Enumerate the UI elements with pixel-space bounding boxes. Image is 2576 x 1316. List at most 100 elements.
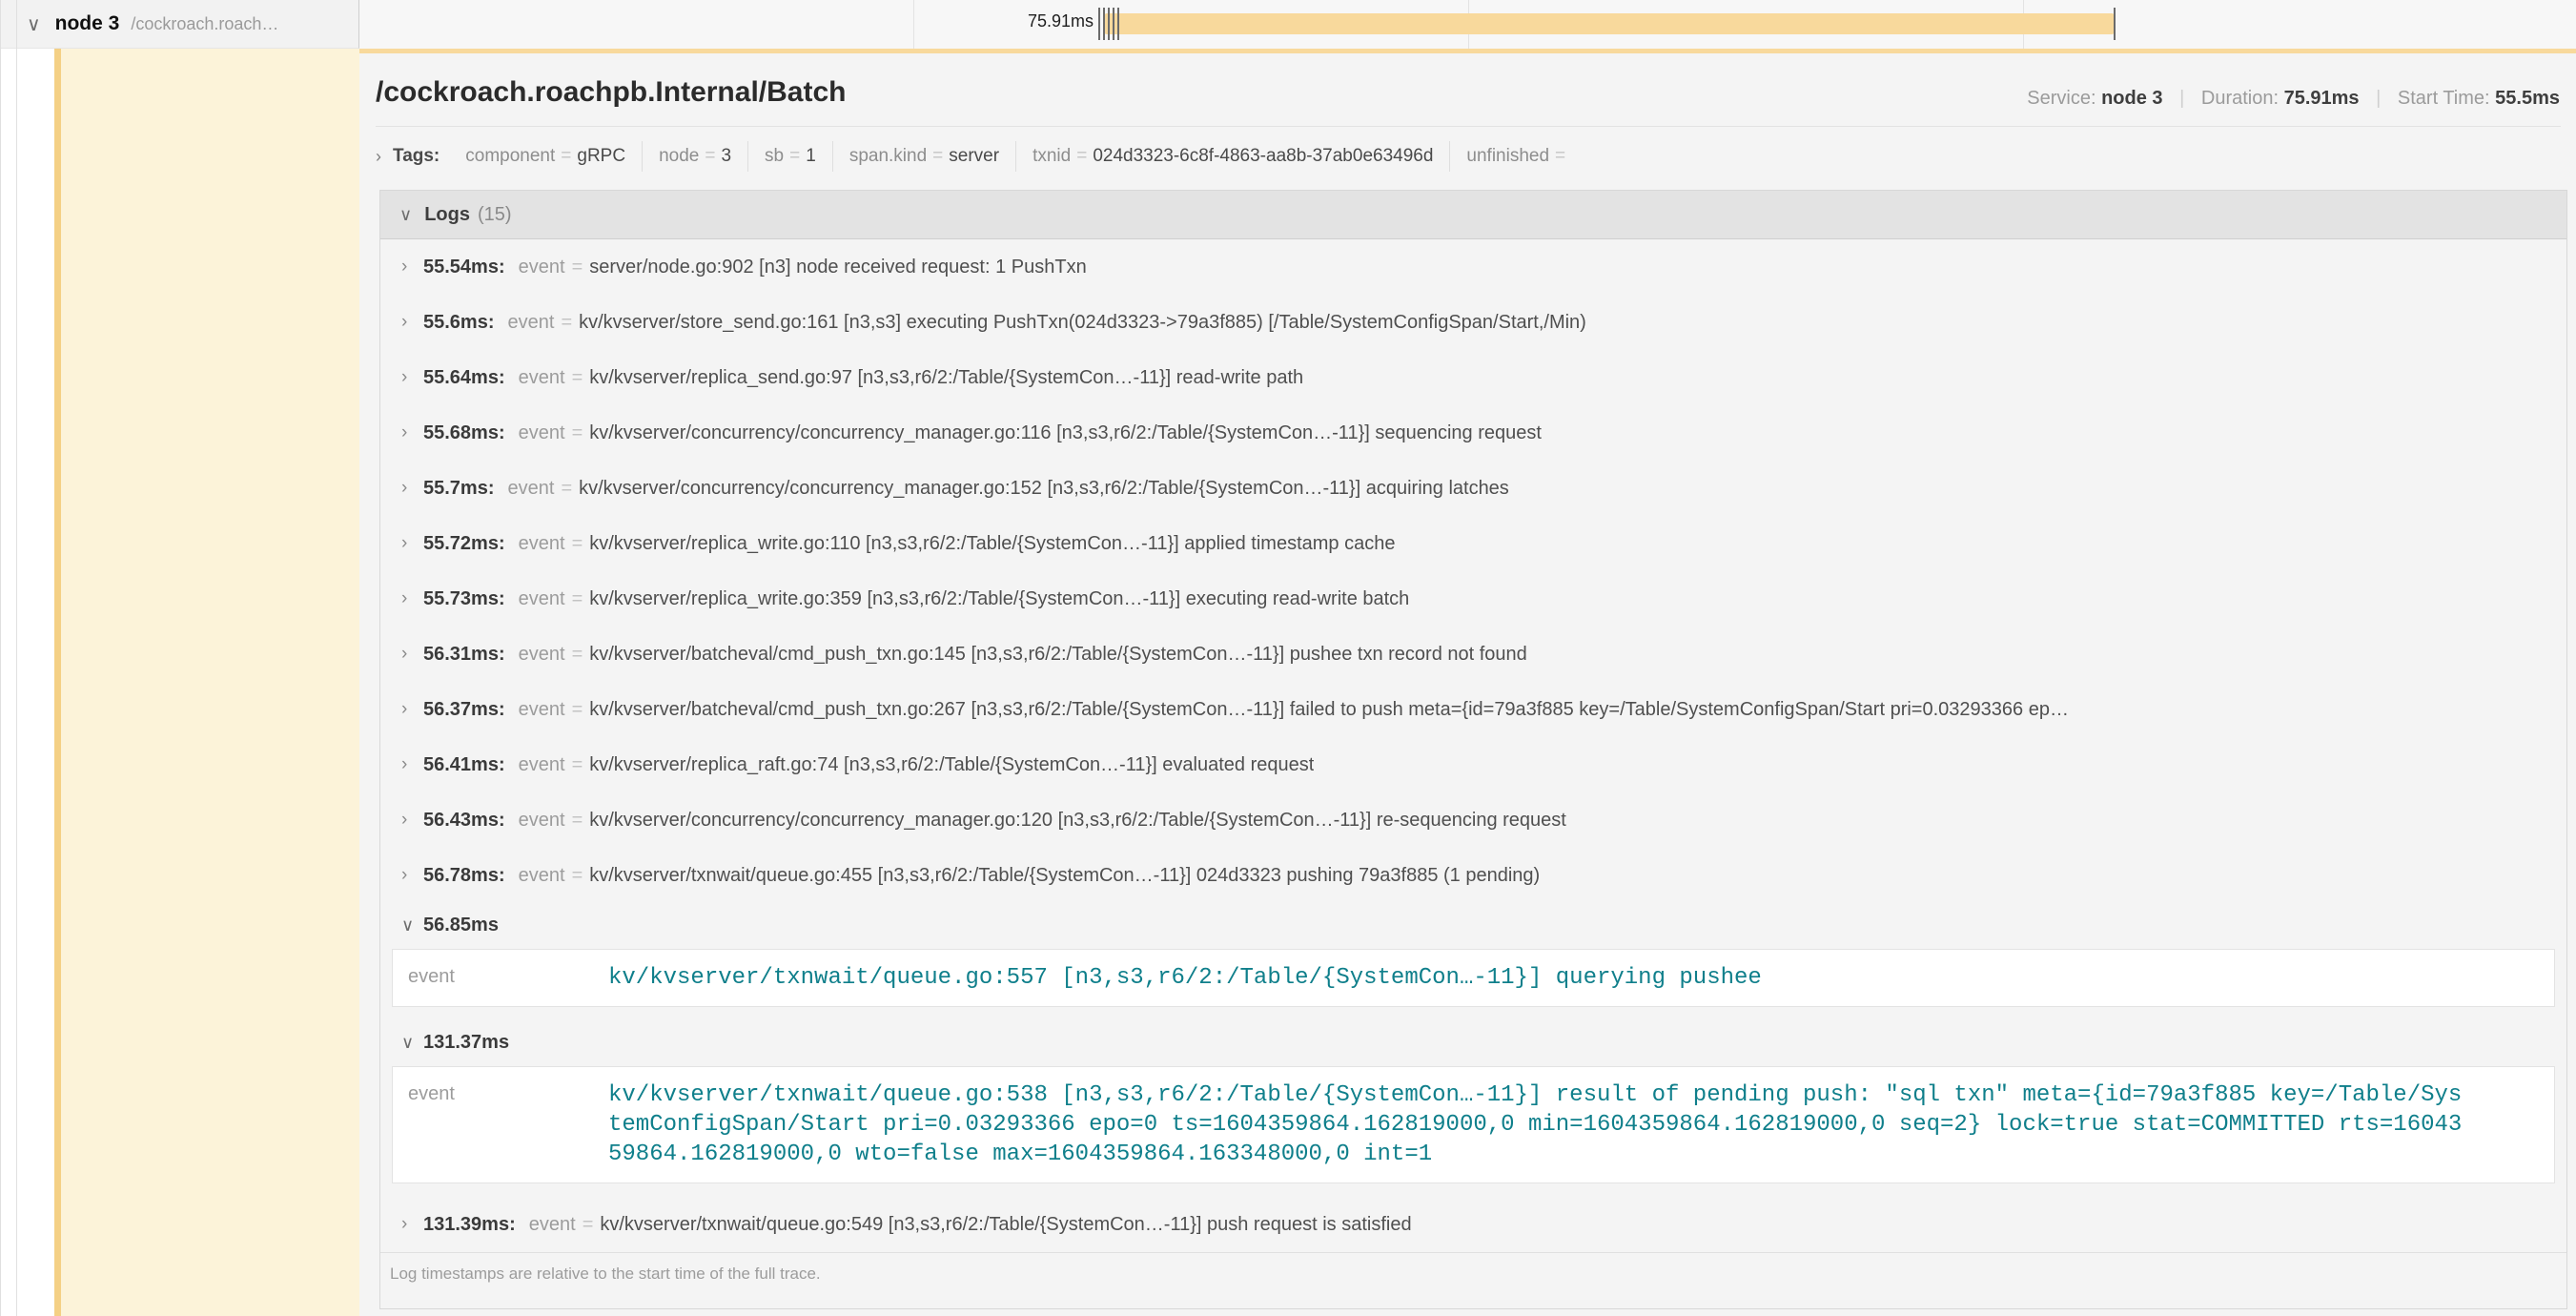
chevron-right-icon: › [401, 312, 419, 333]
equals-sign: = [561, 478, 572, 500]
tag-item: span.kind=server [833, 141, 1016, 172]
log-field-key: event [519, 699, 565, 721]
log-field-value: kv/kvserver/txnwait/queue.go:538 [n3,s3,… [608, 1080, 2462, 1169]
log-timestamp: 55.73ms: [423, 588, 505, 610]
header-divider [376, 126, 2561, 127]
log-timestamp: 56.31ms: [423, 644, 505, 666]
log-row[interactable]: › 55.68ms: event = kv/kvserver/concurren… [380, 405, 2566, 461]
log-row[interactable]: › 56.41ms: event = kv/kvserver/replica_r… [380, 737, 2566, 792]
tag-item: sb= 1 [748, 141, 833, 172]
selected-span-highlight [61, 49, 359, 1316]
log-field-key: event [519, 865, 565, 887]
log-message: kv/kvserver/txnwait/queue.go:455 [n3,s3,… [589, 865, 1540, 887]
log-row[interactable]: › 55.72ms: event = kv/kvserver/replica_w… [380, 516, 2566, 571]
log-message: kv/kvserver/store_send.go:161 [n3,s3] ex… [579, 312, 1586, 334]
log-row[interactable]: › 55.7ms: event = kv/kvserver/concurrenc… [380, 461, 2566, 516]
log-detail-table: event kv/kvserver/txnwait/queue.go:538 [… [392, 1066, 2555, 1183]
duration-value: 75.91ms [2284, 88, 2360, 109]
equals-sign: = [572, 644, 583, 666]
log-row[interactable]: › 56.31ms: event = kv/kvserver/batcheval… [380, 627, 2566, 682]
equals-sign: = [572, 810, 583, 832]
log-message: kv/kvserver/replica_send.go:97 [n3,s3,r6… [589, 367, 1303, 389]
log-detail-table: event kv/kvserver/txnwait/queue.go:557 [… [392, 949, 2555, 1007]
chevron-down-icon: ∨ [401, 1033, 419, 1053]
log-field-key: event [529, 1214, 576, 1236]
span-duration-bar[interactable] [1104, 13, 2115, 34]
chevron-right-icon: › [401, 478, 419, 499]
log-timestamp: 131.39ms: [423, 1214, 516, 1236]
log-message: kv/kvserver/batcheval/cmd_push_txn.go:26… [589, 699, 2069, 721]
tags-label: Tags: [393, 146, 440, 167]
log-row[interactable]: › 56.37ms: event = kv/kvserver/batcheval… [380, 682, 2566, 737]
equals-sign: = [572, 533, 583, 555]
equals-sign: = [1555, 146, 1565, 166]
log-field-key: event [519, 533, 565, 555]
log-field-key: event [519, 257, 565, 278]
chevron-right-icon: › [401, 367, 419, 388]
tag-item: component=gRPC [449, 141, 643, 172]
span-overview: Service: node 3 | Duration: 75.91ms | St… [2027, 88, 2560, 110]
span-timeline-cell[interactable]: 75.91ms [359, 0, 2576, 49]
log-field-key: event [508, 478, 555, 500]
start-time-label: Start Time: [2398, 88, 2490, 109]
chevron-right-icon: › [401, 865, 419, 886]
span-duration-label: 75.91ms [960, 11, 1094, 31]
equals-sign: = [572, 422, 583, 444]
log-row[interactable]: › 55.6ms: event = kv/kvserver/store_send… [380, 295, 2566, 350]
log-message: kv/kvserver/txnwait/queue.go:549 [n3,s3,… [600, 1214, 1411, 1236]
log-field-key: event [408, 963, 608, 993]
tags-accordion[interactable]: › Tags: component=gRPC node=3 sb=1 span.… [376, 134, 2561, 178]
log-field-key: event [408, 1080, 608, 1169]
equals-sign: = [572, 588, 583, 610]
log-field-key: event [519, 754, 565, 776]
meta-separator: | [2179, 88, 2184, 109]
log-marker-tick [1113, 8, 1114, 40]
log-timestamp: 55.72ms: [423, 533, 505, 555]
tag-value: 3 [721, 146, 731, 166]
timeline-gridline [913, 0, 914, 49]
span-operation-name: /cockroach.roach… [131, 14, 278, 34]
log-row[interactable]: › 55.64ms: event = kv/kvserver/replica_s… [380, 350, 2566, 405]
log-field-key: event [508, 312, 555, 334]
chevron-right-icon: › [401, 533, 419, 554]
log-field-key: event [519, 422, 565, 444]
service-value: node 3 [2101, 88, 2162, 109]
chevron-right-icon: › [401, 1214, 419, 1235]
log-row-expanded-header[interactable]: ∨ 56.85ms [380, 903, 2566, 947]
chevron-right-icon: › [401, 257, 419, 278]
log-row-expanded-header[interactable]: ∨ 131.37ms [380, 1020, 2566, 1064]
tag-key: sb [765, 146, 784, 166]
equals-sign: = [561, 146, 571, 166]
log-row[interactable]: › 131.39ms: event = kv/kvserver/txnwait/… [380, 1197, 2566, 1252]
log-row[interactable]: › 55.54ms: event = server/node.go:902 [n… [380, 239, 2566, 295]
tag-key: txnid [1032, 146, 1071, 166]
log-timestamp: 55.54ms: [423, 257, 505, 278]
log-marker-tick [1117, 8, 1119, 40]
span-name-cell[interactable]: ∨ node 3 /cockroach.roach… [1, 0, 359, 49]
span-service-name: node 3 [55, 12, 120, 35]
log-message: kv/kvserver/concurrency/concurrency_mana… [589, 422, 1542, 444]
log-timestamp: 131.37ms [423, 1032, 509, 1054]
equals-sign: = [572, 865, 583, 887]
log-message: kv/kvserver/batcheval/cmd_push_txn.go:14… [589, 644, 1527, 666]
equals-sign: = [572, 367, 583, 389]
meta-separator: | [2376, 88, 2381, 109]
log-message: kv/kvserver/concurrency/concurrency_mana… [589, 810, 1566, 832]
log-marker-tick [2114, 8, 2116, 40]
start-time-value: 55.5ms [2495, 88, 2560, 109]
log-marker-tick [1108, 8, 1110, 40]
chevron-down-icon[interactable]: ∨ [27, 12, 41, 36]
logs-accordion-header[interactable]: ∨ Logs (15) [380, 191, 2566, 239]
tag-value: 1 [806, 146, 816, 166]
log-timestamp: 55.64ms: [423, 367, 505, 389]
chevron-right-icon: › [401, 754, 419, 775]
log-row[interactable]: › 56.43ms: event = kv/kvserver/concurren… [380, 792, 2566, 848]
trace-timeline-view: ∨ node 3 /cockroach.roach… 75.91ms /cock… [0, 0, 2576, 1316]
duration-label: Duration: [2201, 88, 2279, 109]
log-field-key: event [519, 367, 565, 389]
equals-sign: = [789, 146, 800, 166]
service-label: Service: [2027, 88, 2096, 109]
log-row[interactable]: › 56.78ms: event = kv/kvserver/txnwait/q… [380, 848, 2566, 903]
log-message: kv/kvserver/replica_write.go:359 [n3,s3,… [589, 588, 1409, 610]
log-row[interactable]: › 55.73ms: event = kv/kvserver/replica_w… [380, 571, 2566, 627]
